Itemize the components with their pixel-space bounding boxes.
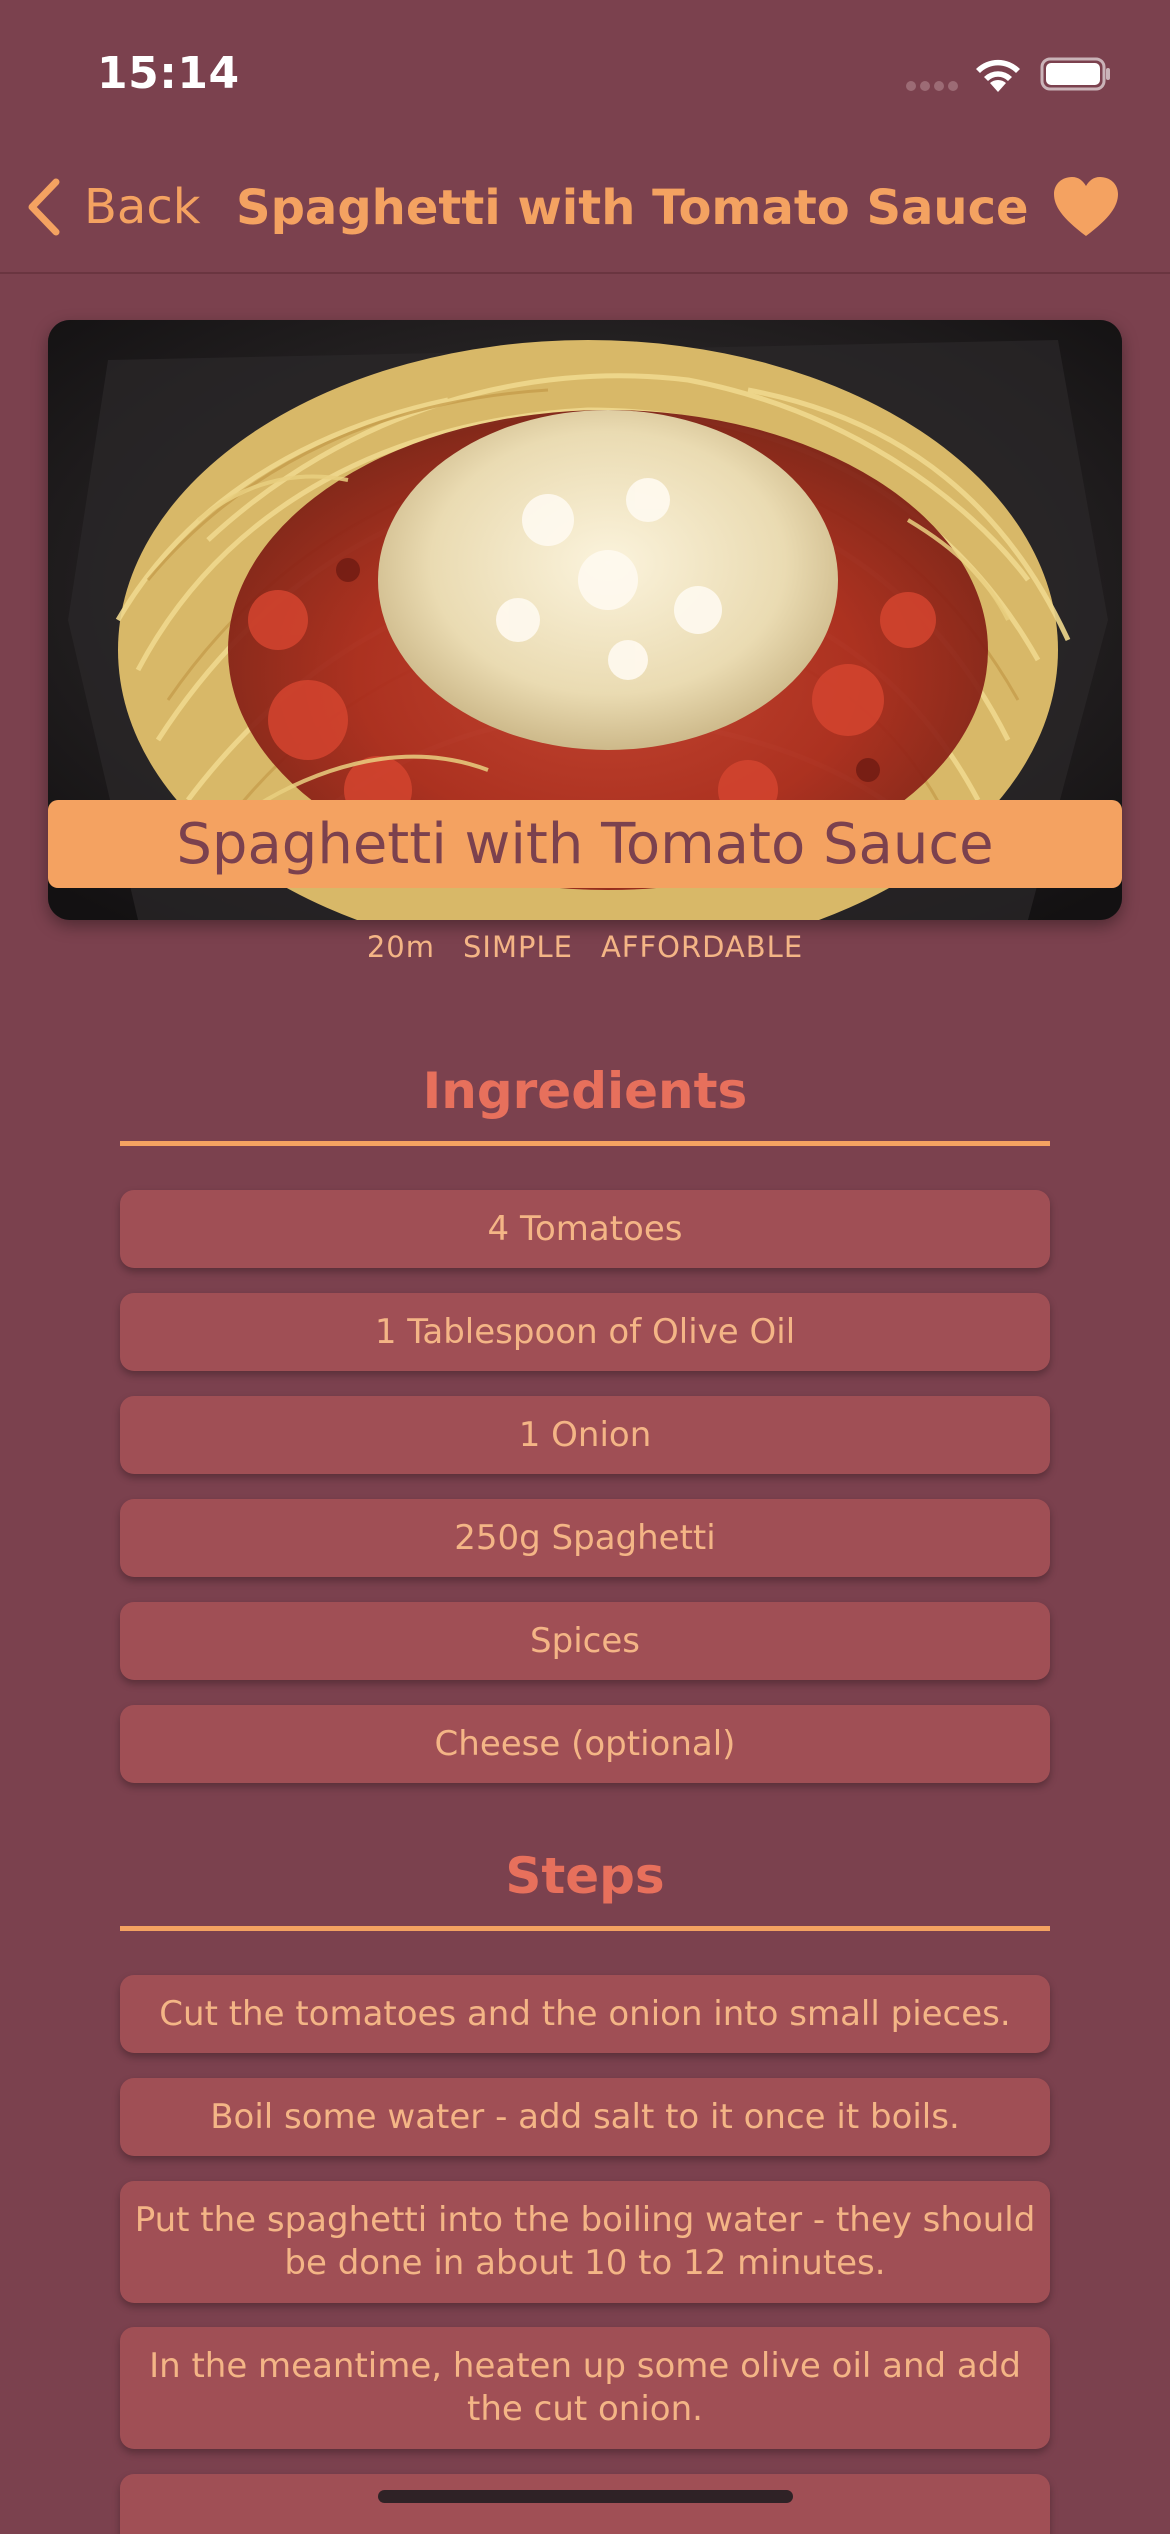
back-button-label: Back (84, 179, 201, 235)
ingredient-item: 250g Spaghetti (120, 1499, 1050, 1577)
status-bar: 15:14 (0, 0, 1170, 150)
step-item: Boil some water - add salt to it once it… (120, 2078, 1050, 2156)
back-button[interactable]: Back (24, 172, 201, 242)
steps-divider (120, 1926, 1050, 1931)
ingredients-divider (120, 1141, 1050, 1146)
nav-title: Spaghetti with Tomato Sauce (236, 180, 1029, 236)
cellular-signal-icon (906, 81, 958, 91)
step-item: Put the spaghetti into the boiling water… (120, 2181, 1050, 2303)
battery-icon (1040, 57, 1110, 91)
meal-affordability: AFFORDABLE (600, 930, 804, 964)
meal-hero-card: Spaghetti with Tomato Sauce (48, 320, 1122, 920)
ingredient-item: 4 Tomatoes (120, 1190, 1050, 1268)
heart-icon[interactable] (1052, 176, 1120, 238)
ingredient-item: Spices (120, 1602, 1050, 1680)
ingredient-item: Cheese (optional) (120, 1705, 1050, 1783)
ingredient-item: 1 Onion (120, 1396, 1050, 1474)
wifi-icon (976, 59, 1020, 92)
step-item: In the meantime, heaten up some olive oi… (120, 2327, 1050, 2449)
chevron-left-icon (28, 178, 60, 236)
step-item: Cut the tomatoes and the onion into smal… (120, 1975, 1050, 2053)
steps-heading: Steps (505, 1847, 665, 1905)
step-item-partial (120, 2474, 1050, 2534)
status-time: 15:14 (97, 48, 240, 99)
meal-complexity: SIMPLE (462, 930, 573, 964)
meal-meta: 20m SIMPLE AFFORDABLE (0, 930, 1170, 964)
meal-duration: 20m (366, 930, 435, 964)
home-indicator[interactable] (378, 2490, 793, 2503)
navigation-bar: Back Spaghetti with Tomato Sauce (0, 150, 1170, 274)
meal-title-banner: Spaghetti with Tomato Sauce (48, 800, 1122, 888)
ingredients-heading: Ingredients (422, 1062, 748, 1120)
ingredient-item: 1 Tablespoon of Olive Oil (120, 1293, 1050, 1371)
